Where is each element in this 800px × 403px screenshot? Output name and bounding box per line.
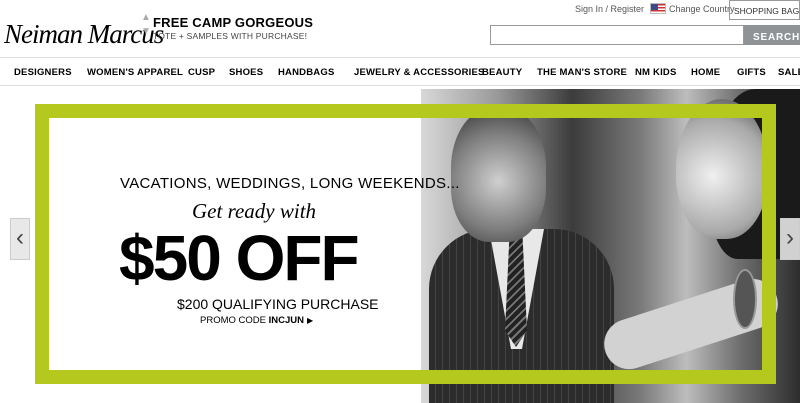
promo-subtitle[interactable]: TOTE + SAMPLES WITH PURCHASE! [153,31,307,41]
hero-qualifier: $200 QUALIFYING PURCHASE [177,296,379,312]
nav-item-nm-kids[interactable]: NM KIDS [635,67,677,78]
promo-title[interactable]: FREE CAMP GORGEOUS [153,15,313,30]
promo-code-label: PROMO CODE [200,315,266,326]
shopping-bag-button[interactable]: SHOPPING BAG [729,0,800,20]
chevron-left-icon[interactable]: ‹ [10,218,30,260]
us-flag-icon[interactable] [650,3,666,14]
promo-code-value: INCJUN [268,315,304,326]
hero-offer: $50 OFF [119,222,360,294]
nav-item-jewelry-accessories[interactable]: JEWELRY & ACCESSORIES [354,67,485,78]
hero-banner[interactable]: VACATIONS, WEDDINGS, LONG WEEKENDS... Ge… [11,89,800,403]
search-button[interactable]: SEARCH [744,25,800,45]
hero-headline: VACATIONS, WEDDINGS, LONG WEEKENDS... [120,175,460,192]
change-country-link[interactable]: Change Country [669,4,735,14]
nav-item-sale[interactable]: SALE [778,67,800,78]
nav-item-home[interactable]: HOME [691,67,720,78]
main-nav: DESIGNERS WOMEN'S APPAREL CUSP SHOES HAN… [0,57,800,86]
signin-register-link[interactable]: Sign In / Register [575,4,644,14]
search-input[interactable] [490,25,744,45]
nav-item-gifts[interactable]: GIFTS [737,67,766,78]
promo-arrows[interactable]: ▲ ▼ [140,11,152,47]
banner-frame [35,370,776,384]
chevron-right-icon[interactable]: › [780,218,800,260]
nav-item-designers[interactable]: DESIGNERS [14,67,72,78]
nav-item-cusp[interactable]: CUSP [188,67,215,78]
nav-item-beauty[interactable]: BEAUTY [482,67,522,78]
chevron-down-icon[interactable]: ▼ [140,25,152,39]
promo-code-link[interactable]: PROMO CODE INCJUN ▶ [200,315,313,326]
hero-model-woman [676,99,768,239]
banner-frame [762,104,776,384]
chevron-up-icon[interactable]: ▲ [140,11,152,25]
banner-frame [35,104,776,118]
nav-item-shoes[interactable]: SHOES [229,67,263,78]
nav-item-handbags[interactable]: HANDBAGS [278,67,335,78]
nav-item-mans-store[interactable]: THE MAN'S STORE [537,67,627,78]
hero-earring [733,269,757,329]
logo[interactable]: Neiman Marcus [4,14,164,54]
caret-right-icon: ▶ [307,316,314,325]
nav-item-womens-apparel[interactable]: WOMEN'S APPAREL [87,67,183,78]
banner-frame [35,104,49,384]
hero-model-head [451,107,546,242]
